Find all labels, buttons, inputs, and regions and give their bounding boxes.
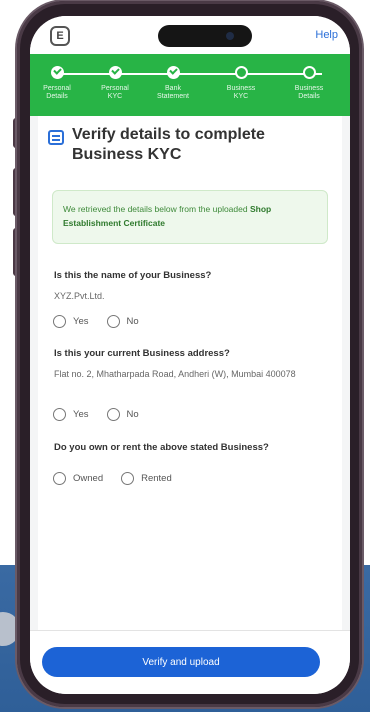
radio-label: No bbox=[126, 409, 139, 420]
check-icon bbox=[50, 66, 64, 79]
answer-business-address: Flat no. 2, Mhatharpada Road, Andheri (W… bbox=[54, 369, 296, 379]
radio-label: Rented bbox=[141, 473, 172, 484]
info-banner: We retrieved the details below from the … bbox=[52, 190, 328, 244]
step-label: Bank Statement bbox=[157, 85, 189, 100]
help-link[interactable]: Help bbox=[315, 29, 338, 41]
radio-yes[interactable]: Yes bbox=[53, 315, 89, 328]
info-text: We retrieved the details below from the … bbox=[63, 204, 250, 214]
step-bank-statement: Bank Statement bbox=[146, 66, 200, 101]
radio-circle[interactable] bbox=[106, 315, 120, 328]
step-personal-kyc: Personal KYC bbox=[88, 66, 142, 101]
step-personal-details: Personal Details bbox=[30, 66, 84, 101]
radio-group-business-address: Yes No bbox=[53, 408, 157, 421]
question-business-address: Is this your current Business address? bbox=[54, 348, 230, 359]
radio-circle[interactable] bbox=[53, 315, 66, 328]
radio-circle[interactable] bbox=[53, 408, 66, 421]
kyc-card: Verify details to complete Business KYC … bbox=[38, 116, 342, 630]
radio-circle[interactable] bbox=[121, 472, 135, 485]
question-own-or-rent: Do you own or rent the above stated Busi… bbox=[54, 442, 269, 453]
check-icon bbox=[108, 66, 122, 79]
radio-circle[interactable] bbox=[53, 472, 66, 485]
step-label: Business Details bbox=[294, 85, 324, 100]
dynamic-island bbox=[158, 25, 252, 47]
radio-no[interactable]: No bbox=[106, 315, 139, 328]
progress-stepper: Personal Details Personal KYC Bank State… bbox=[30, 54, 350, 116]
verify-document-icon bbox=[48, 130, 64, 145]
verify-and-upload-button[interactable]: Verify and upload bbox=[42, 647, 320, 677]
radio-circle[interactable] bbox=[106, 408, 120, 421]
radio-label: Yes bbox=[73, 409, 89, 420]
radio-owned[interactable]: Owned bbox=[53, 472, 103, 485]
step-business-kyc: Business KYC bbox=[214, 66, 268, 101]
radio-no[interactable]: No bbox=[106, 408, 139, 421]
radio-label: Owned bbox=[73, 473, 104, 484]
bottom-bar: Verify and upload bbox=[30, 630, 350, 694]
check-icon bbox=[166, 66, 180, 79]
radio-group-business-name: Yes No bbox=[53, 315, 157, 328]
phone-screen: E Help Personal Details Personal KYC Ban… bbox=[30, 16, 350, 694]
pending-step-icon bbox=[234, 66, 248, 79]
status-bar: E Help bbox=[30, 16, 350, 54]
step-label: Personal KYC bbox=[101, 85, 129, 100]
radio-label: No bbox=[126, 316, 139, 327]
document-icon[interactable]: E bbox=[50, 26, 70, 46]
radio-label: Yes bbox=[73, 316, 89, 327]
radio-group-own-or-rent: Owned Rented bbox=[53, 472, 190, 485]
radio-rented[interactable]: Rented bbox=[121, 472, 172, 485]
page-title: Verify details to complete Business KYC bbox=[72, 126, 265, 163]
step-label: Business KYC bbox=[226, 85, 256, 100]
pending-step-icon bbox=[302, 66, 316, 79]
question-business-name: Is this the name of your Business? bbox=[54, 270, 212, 281]
answer-business-name: XYZ.Pvt.Ltd. bbox=[54, 291, 105, 301]
radio-yes[interactable]: Yes bbox=[53, 408, 89, 421]
step-label: Personal Details bbox=[43, 85, 71, 100]
step-business-details: Business Details bbox=[282, 66, 336, 101]
camera-icon bbox=[226, 32, 234, 40]
